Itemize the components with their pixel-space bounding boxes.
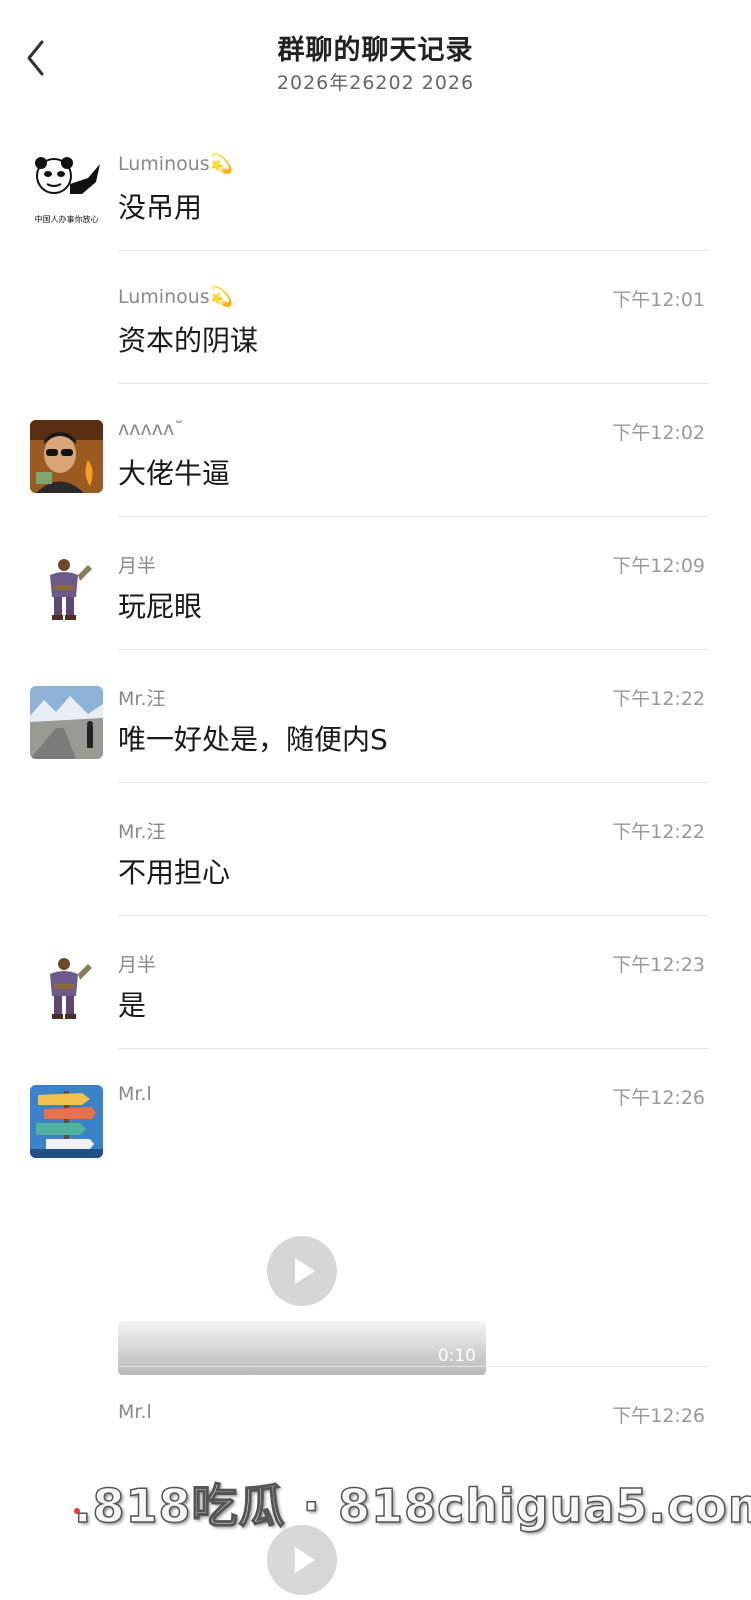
avatar[interactable] <box>30 952 103 1025</box>
play-icon <box>295 1258 315 1284</box>
mountain-road-avatar-icon <box>30 686 103 759</box>
message-time: 下午12:26 <box>612 1405 705 1427</box>
chat-message[interactable]: Mr.汪 下午12:22 唯一好处是，随便内S <box>0 650 751 783</box>
chat-record-list[interactable]: 中国人办事你放心 Luminous💫 没吊用 Luminous💫 下午12:01… <box>0 118 751 1600</box>
play-button[interactable] <box>267 1236 337 1306</box>
game-character-avatar-icon <box>50 958 92 1019</box>
sender-name: Luminous💫 <box>118 286 234 308</box>
sender-name: Luminous💫 <box>118 153 234 175</box>
sender-name: 月半 <box>118 555 157 577</box>
chat-message[interactable]: 月半 下午12:23 是 <box>0 916 751 1049</box>
message-time: 下午12:01 <box>612 289 705 311</box>
sender-name: Mr.汪 <box>118 821 166 843</box>
avatar[interactable] <box>30 553 103 626</box>
message-time: 下午12:09 <box>612 555 705 577</box>
chat-message[interactable]: ʌʌʌʌʌ˘ 下午12:02 大佬牛逼 <box>0 384 751 517</box>
sunglasses-man-avatar-icon <box>30 420 103 493</box>
video-duration: 0:10 <box>437 1346 476 1366</box>
message-time: 下午12:22 <box>612 821 705 843</box>
message-time: 下午12:02 <box>612 422 705 444</box>
page-subtitle: 2026年26202 2026 <box>276 72 475 94</box>
chat-message[interactable]: Luminous💫 下午12:01 资本的阴谋 <box>0 251 751 384</box>
chat-message[interactable]: 中国人办事你放心 Luminous💫 没吊用 <box>0 118 751 251</box>
avatar-caption: 中国人办事你放心 <box>34 215 99 224</box>
signpost-avatar-icon <box>30 1085 103 1158</box>
sender-name: Mr.汪 <box>118 688 166 710</box>
avatar[interactable] <box>30 686 103 759</box>
message-text: 大佬牛逼 <box>118 457 231 490</box>
message-text: 没吊用 <box>118 191 203 224</box>
avatar[interactable] <box>30 1085 103 1158</box>
header: 群聊的聊天记录 2026年26202 2026 <box>0 0 751 118</box>
chat-message-video[interactable]: Mr.l 下午12:26 0:10 <box>0 1049 751 1375</box>
message-text: 玩屁眼 <box>118 590 203 623</box>
page-title: 群聊的聊天记录 <box>277 35 474 66</box>
message-time: 下午12:23 <box>612 954 705 976</box>
message-text: 不用担心 <box>118 856 231 889</box>
game-character-avatar-icon <box>50 559 92 620</box>
message-time: 下午12:22 <box>612 688 705 710</box>
message-text: 资本的阴谋 <box>118 324 259 357</box>
message-text: 唯一好处是，随便内S <box>118 723 388 756</box>
chat-message[interactable]: 月半 下午12:09 玩屁眼 <box>0 517 751 650</box>
avatar[interactable] <box>30 420 103 493</box>
play-icon <box>295 1547 315 1573</box>
chat-message[interactable]: Mr.汪 下午12:22 不用担心 <box>0 783 751 916</box>
message-time: 下午12:26 <box>612 1087 705 1109</box>
sender-name: Mr.l <box>118 1401 152 1423</box>
sender-name: ʌʌʌʌʌ˘ <box>118 418 184 440</box>
watermark: .818吃瓜 · 818chigua5.com <box>73 1478 751 1534</box>
sender-name: 月半 <box>118 954 157 976</box>
sender-name: Mr.l <box>118 1083 152 1105</box>
message-text: 是 <box>118 989 147 1022</box>
